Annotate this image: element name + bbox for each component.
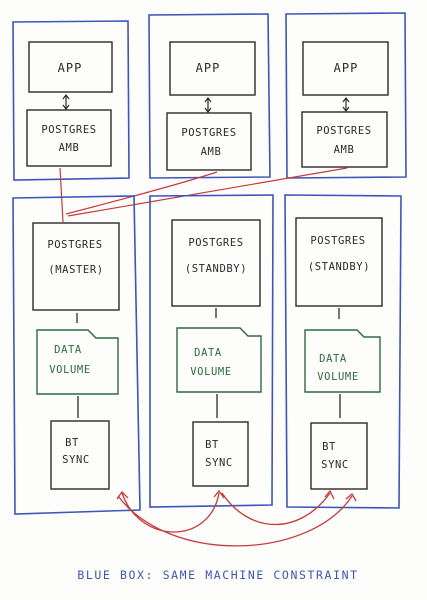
app-proxy-link-2 [204,97,212,113]
db-label-2b: (STANDBY) [185,263,247,275]
app-proxy-link-1 [62,94,70,110]
volume-label-2b: VOLUME [190,366,232,378]
sync-label-2b: SYNC [205,457,233,469]
proxy-box-1 [26,109,112,167]
db-label-1a: POSTGRES [47,239,102,251]
proxy-box-2 [166,112,252,171]
data-volume-folder-1 [36,329,119,395]
app-label-2: APP [196,61,221,75]
bt-sync-box-2 [192,421,249,487]
diagram-caption: BLUE BOX: SAME MACHINE CONSTRAINT [77,568,358,582]
proxy-label-2b: AMB [201,146,222,158]
db-label-2a: POSTGRES [188,237,243,249]
proxy-label-1a: POSTGRES [41,124,96,136]
db-label-1b: (MASTER) [48,264,103,276]
bt-sync-box-3 [310,422,368,490]
sync-label-1b: SYNC [62,454,90,466]
volume-label-2a: DATA [194,347,222,359]
volume-label-3a: DATA [319,353,347,365]
volume-label-1a: DATA [54,344,82,356]
proxy-box-3 [301,111,388,168]
architecture-diagram: APP APP APP POSTGRES AMB POSTGRES AMB PO… [12,12,407,582]
data-volume-folder-2 [176,327,262,393]
proxy-label-3a: POSTGRES [316,125,371,137]
sync-label-3b: SYNC [321,459,349,471]
db-label-3b: (STANDBY) [308,261,370,273]
diagram-canvas: APP APP APP POSTGRES AMB POSTGRES AMB PO… [0,0,427,600]
proxy-label-3b: AMB [334,144,355,156]
sync-label-3a: BT [322,441,336,453]
app-proxy-link-3 [342,97,350,112]
sync-label-1a: BT [65,437,79,449]
bt-sync-replication-arcs [116,489,357,547]
proxy-label-1b: AMB [59,142,80,154]
app-label-3: APP [334,61,359,75]
volume-label-1b: VOLUME [49,364,91,376]
volume-label-3b: VOLUME [317,371,359,383]
db-label-3a: POSTGRES [310,235,365,247]
sync-label-2a: BT [205,439,219,451]
proxy-label-2a: POSTGRES [181,127,236,139]
app-label-1: APP [58,61,83,75]
